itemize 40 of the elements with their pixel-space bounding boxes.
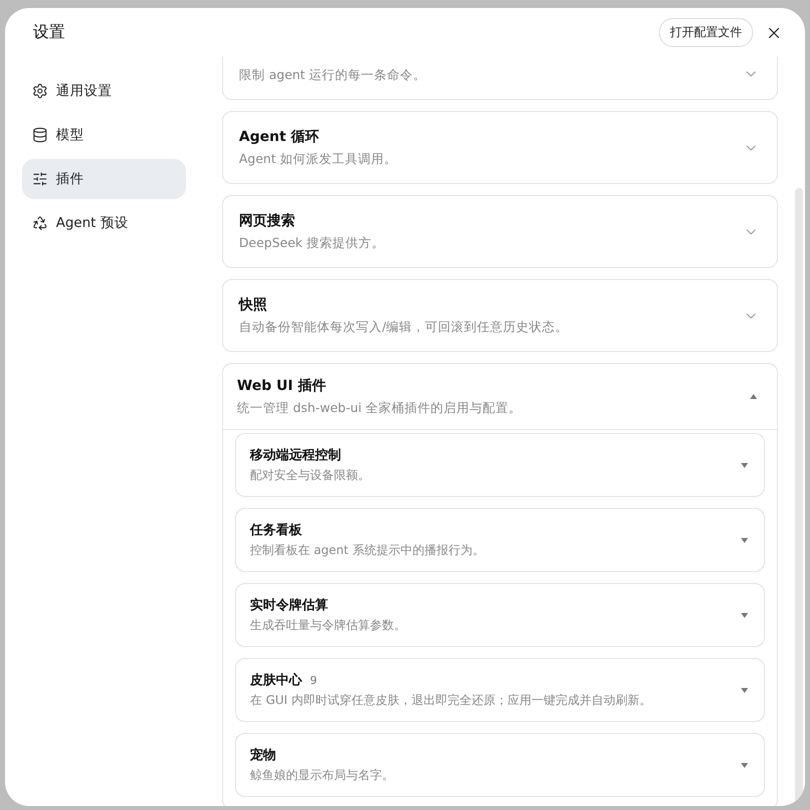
plugin-description: 鲸鱼娘的显示布局与名字。 [250, 767, 395, 784]
recycle-icon [32, 215, 48, 231]
settings-section[interactable]: Agent 循环 Agent 如何派发工具调用。 [222, 111, 778, 184]
settings-section[interactable]: 快照 自动备份智能体每次写入/编辑，可回滚到任意历史状态。 [222, 279, 778, 352]
section-title: 快照 [239, 296, 268, 315]
dialog-title: 设置 [33, 22, 66, 43]
count-label: 9 [310, 674, 317, 687]
open-config-button[interactable]: 打开配置文件 [659, 18, 753, 47]
plugin-description: 控制看板在 agent 系统提示中的播报行为。 [250, 542, 486, 559]
section-description: Agent 如何派发工具调用。 [239, 150, 398, 168]
sidebar-item[interactable]: 模型 [22, 115, 186, 155]
plugin-card[interactable]: 任务看板 控制看板在 agent 系统提示中的播报行为。 [235, 508, 765, 572]
plugin-description: 生成吞吐量与令牌估算参数。 [250, 617, 407, 634]
section-title: 网页搜索 [239, 212, 296, 231]
plugin-title: 宠物 [250, 746, 276, 765]
plugin-title: 移动端远程控制 [250, 447, 341, 465]
settings-section[interactable]: 网页搜索 DeepSeek 搜索提供方。 [222, 195, 778, 268]
section-description: 统一管理 dsh-web-ui 全家桶插件的启用与配置。 [237, 399, 523, 417]
section-title: Agent 循环 [239, 128, 320, 147]
section-title: Web UI 插件 [237, 377, 327, 396]
plugin-title: 实时令牌估算 [250, 596, 328, 615]
plugin-card[interactable]: 皮肤中心 9 在 GUI 内即时试穿任意皮肤，退出即完全还原；应用一键完成并自动刷新。 [235, 658, 765, 722]
plugin-card[interactable]: 实时令牌估算 生成吞吐量与令牌估算参数。 [235, 583, 765, 647]
gear-icon [32, 83, 48, 99]
sidebar-item[interactable]: 插件 [22, 159, 186, 199]
plugin-title: 任务看板 [250, 522, 302, 540]
settings-section[interactable]: Web UI 插件 统一管理 dsh-web-ui 全家桶插件的启用与配置。 移动端远程控制 配对安全与设备限额。 任务看板 控制看板在 agent 系统提示中的播报行为。 实时令牌估算 生成吞吐量与令牌估算参数。 皮肤中心 9 在 GUI 内即时试穿任意皮肤，退出即完全还原；应用一键完成并自动刷新。 宠物 鲸鱼娘的显示布局与名字。 [222, 363, 778, 806]
plugin-card[interactable]: 宠物 鲸鱼娘的显示布局与名字。 [235, 733, 765, 797]
settings-section[interactable]: 限制 agent 运行的每一条命令。 [222, 57, 778, 100]
sliders-icon [32, 171, 48, 187]
sidebar-item[interactable]: Agent 预设 [22, 203, 186, 243]
plugin-description: 配对安全与设备限额。 [250, 467, 371, 484]
plugin-title: 皮肤中心 [250, 672, 302, 690]
section-description: 自动备份智能体每次写入/编辑，可回滚到任意历史状态。 [239, 318, 570, 336]
section-description: 限制 agent 运行的每一条命令。 [239, 66, 428, 84]
plugin-card[interactable]: 移动端远程控制 配对安全与设备限额。 [235, 433, 765, 497]
sidebar-item[interactable]: 通用设置 [22, 71, 186, 111]
database-icon [32, 127, 48, 143]
section-description: DeepSeek 搜索提供方。 [239, 234, 386, 252]
plugin-description: 在 GUI 内即时试穿任意皮肤，退出即完全还原；应用一键完成并自动刷新。 [250, 692, 652, 709]
